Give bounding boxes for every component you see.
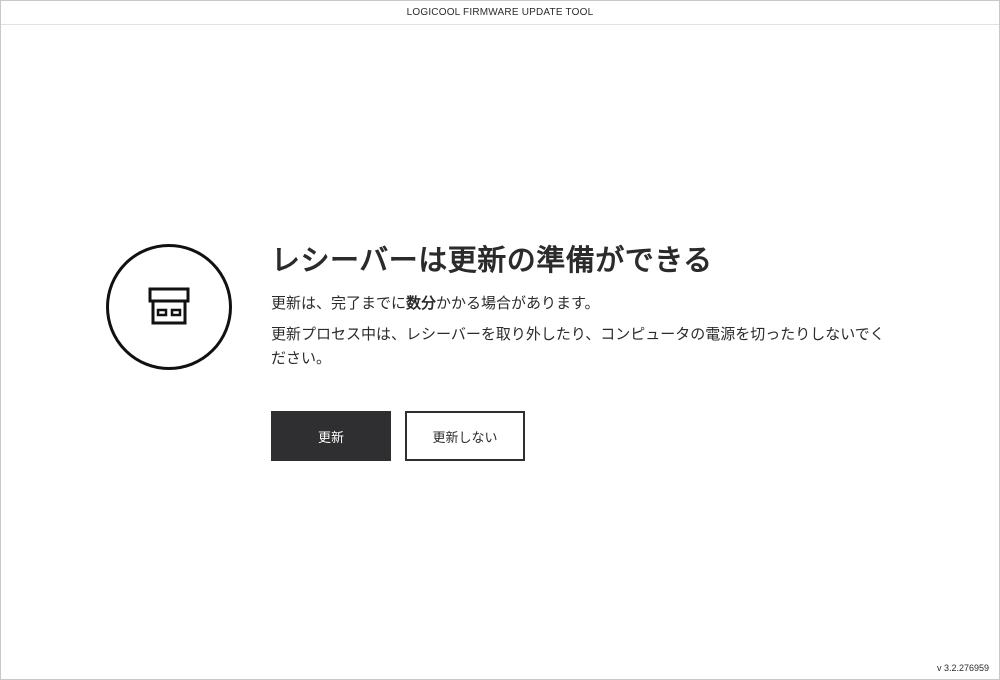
warning-text: 更新プロセス中は、レシーバーを取り外したり、コンピュータの電源を切ったりしないで… (271, 325, 885, 367)
desc-suffix: かかる場合があります。 (436, 294, 600, 312)
desc-prefix: 更新は、完了までに (271, 294, 407, 312)
window-title: LOGICOOL FIRMWARE UPDATE TOOL (406, 7, 594, 18)
action-buttons: 更新 更新しない (271, 411, 525, 461)
app-window: LOGICOOL FIRMWARE UPDATE TOOL レシーバーは更新の準… (0, 0, 1000, 680)
update-button[interactable]: 更新 (271, 411, 391, 461)
skip-update-button[interactable]: 更新しない (405, 411, 525, 461)
title-bar: LOGICOOL FIRMWARE UPDATE TOOL (1, 1, 999, 25)
usb-receiver-icon (148, 287, 190, 325)
desc-duration: 数分 (406, 294, 437, 312)
main-content: レシーバーは更新の準備ができる 更新は、完了までに数分かかる場合があります。 更… (271, 238, 891, 370)
version-label: v 3.2.276959 (936, 663, 989, 673)
receiver-icon-circle (106, 244, 232, 370)
duration-description: 更新は、完了までに数分かかる場合があります。 (271, 292, 891, 314)
page-title: レシーバーは更新の準備ができる (271, 243, 713, 277)
